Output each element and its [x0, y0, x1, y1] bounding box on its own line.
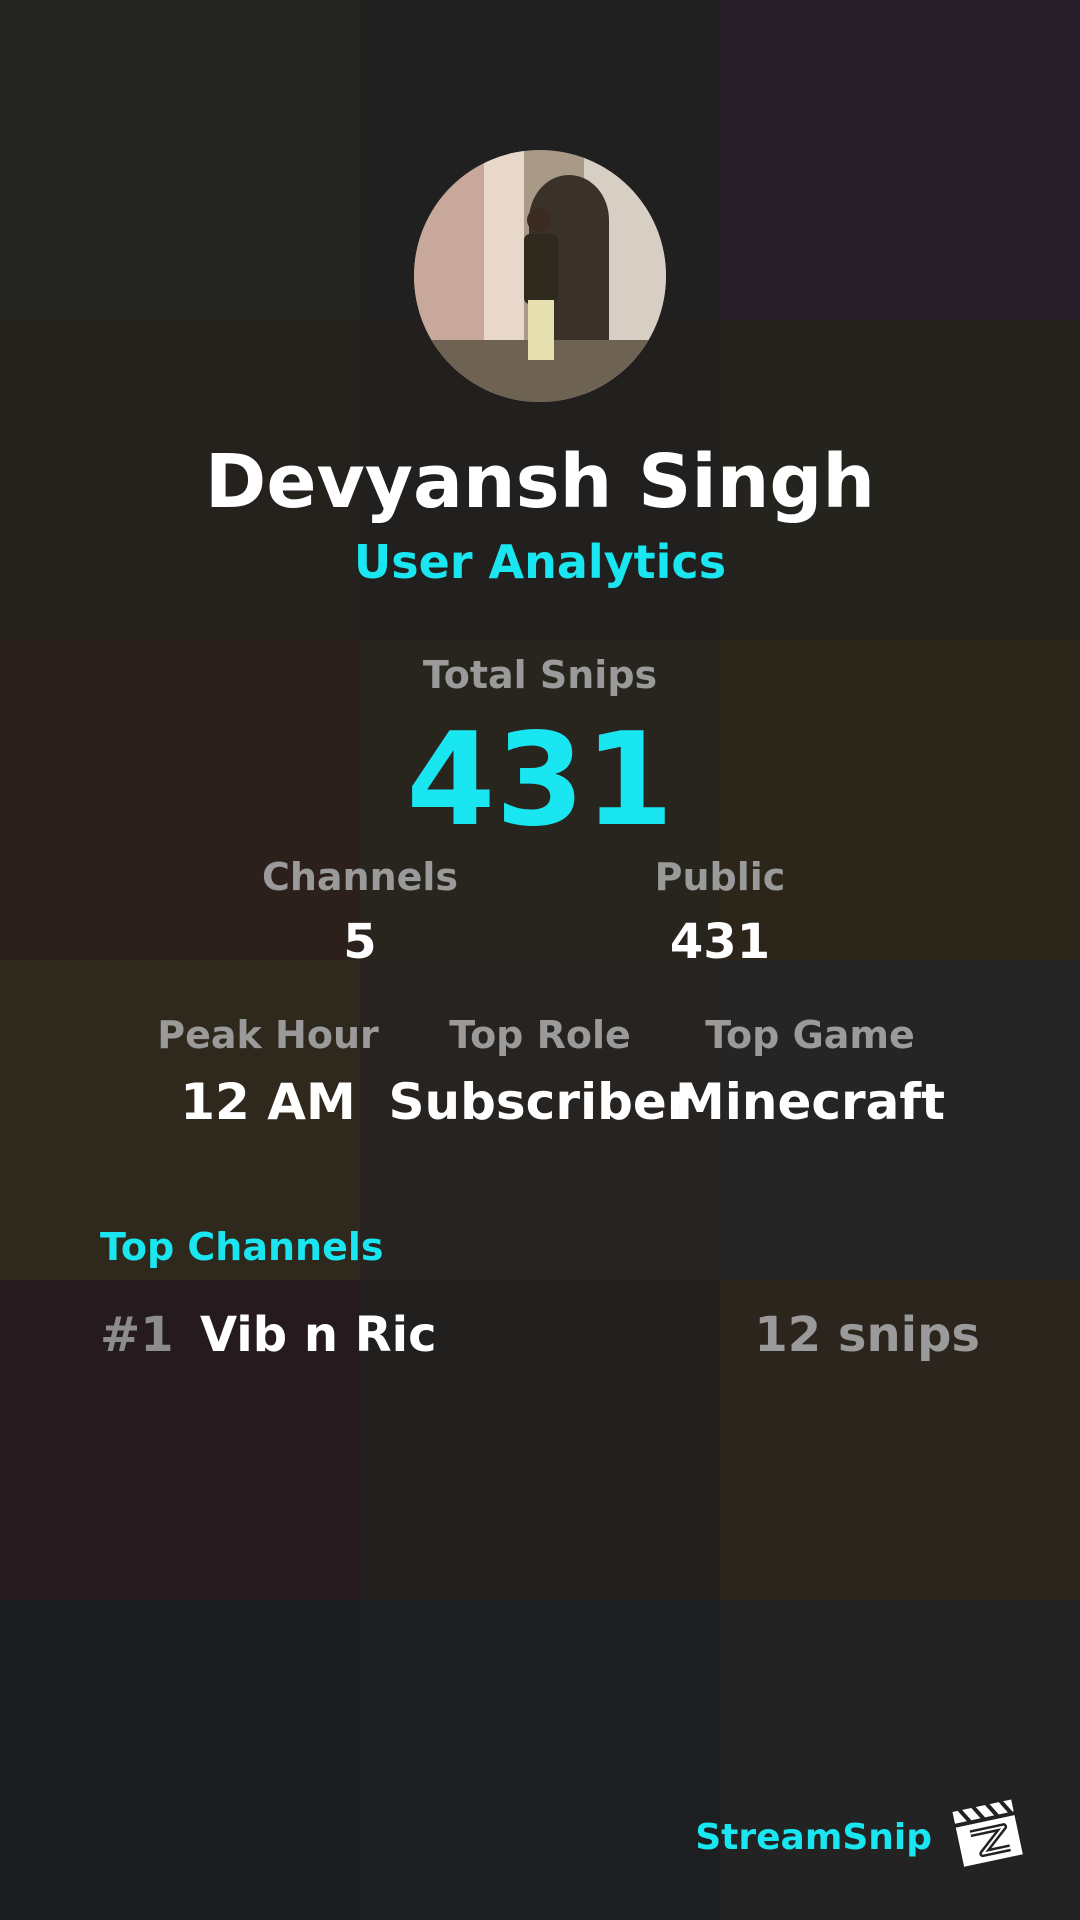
avatar	[414, 150, 666, 402]
top-role-label: Top Role	[449, 1013, 631, 1057]
user-name: Devyansh Singh	[204, 439, 876, 525]
brand-name: StreamSnip	[695, 1817, 932, 1858]
channels-value: 5	[343, 914, 377, 970]
channel-rank: #1	[100, 1307, 174, 1363]
channel-snip-count: 12 snips	[754, 1307, 980, 1363]
clapperboard-icon	[948, 1790, 1028, 1870]
top-game-label: Top Game	[705, 1013, 915, 1057]
top-game-value: Minecraft	[674, 1073, 946, 1131]
peak-hour-label: Peak Hour	[157, 1013, 379, 1057]
public-label: Public	[654, 855, 786, 899]
total-snips-label: Total Snips	[422, 653, 658, 697]
channel-name: Vib n Ric	[200, 1307, 437, 1363]
channels-label: Channels	[261, 855, 459, 899]
total-snips-value: 431	[406, 706, 674, 855]
list-item: #1 Vib n Ric 12 snips	[100, 1300, 980, 1370]
avatar-photo	[414, 150, 666, 402]
public-value: 431	[669, 914, 771, 970]
page-subtitle: User Analytics	[353, 535, 727, 589]
analytics-card: Devyansh Singh User Analytics Total Snip…	[0, 0, 1080, 1920]
top-channels-title: Top Channels	[100, 1225, 384, 1269]
